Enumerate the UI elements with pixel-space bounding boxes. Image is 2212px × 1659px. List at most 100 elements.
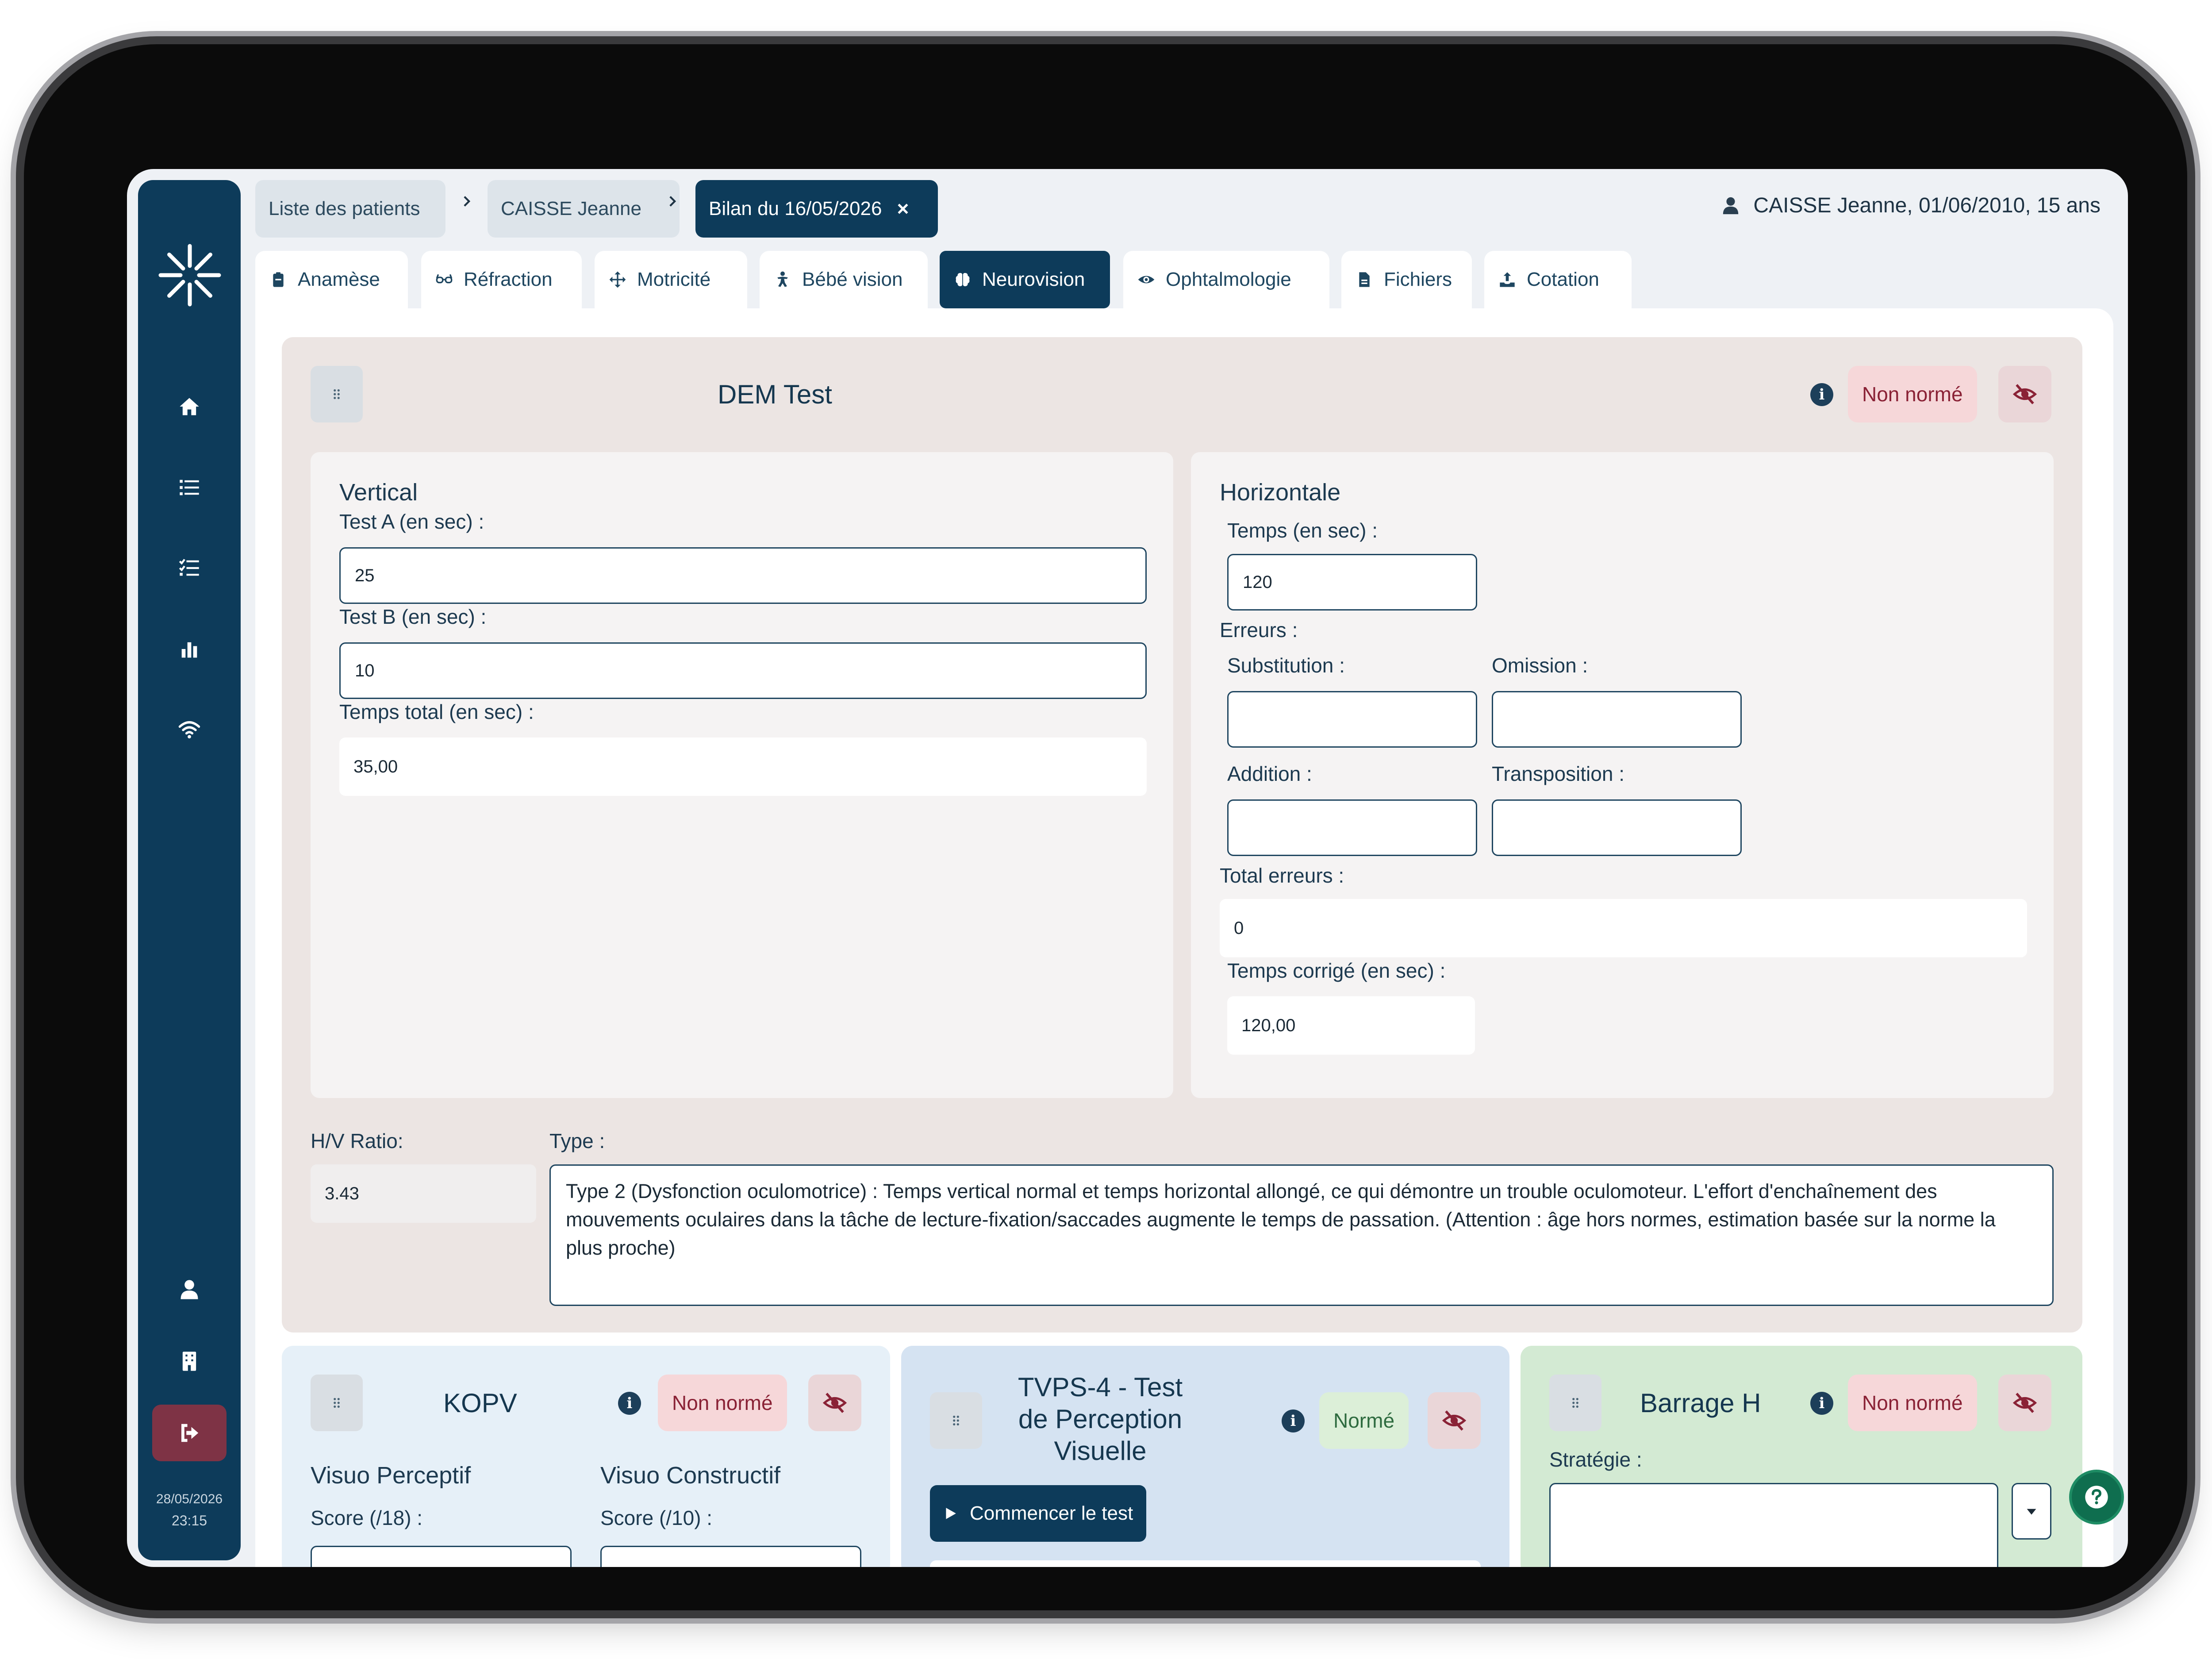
barrage-card: Barrage H i Non normé Stratégie :: [1521, 1346, 2082, 1567]
tab-refraction[interactable]: Réfraction: [421, 251, 582, 308]
substitution-label: Substitution :: [1227, 654, 1345, 677]
transposition-input[interactable]: [1492, 799, 1742, 856]
h-time-input[interactable]: 120: [1227, 554, 1477, 611]
constructif-score-input[interactable]: [600, 1546, 861, 1567]
transposition-label: Transposition :: [1492, 762, 1624, 785]
tab-motricite[interactable]: Motricité: [595, 251, 747, 308]
tab-label: Ophtalmologie: [1166, 269, 1291, 290]
close-icon[interactable]: [897, 203, 909, 215]
info-icon[interactable]: i: [618, 1392, 641, 1415]
breadcrumb-patient-list[interactable]: Liste des patients: [255, 180, 445, 238]
ratio-value: 3.43: [311, 1164, 536, 1223]
drag-icon: [953, 1415, 959, 1426]
start-test-label: Commencer le test: [970, 1502, 1133, 1524]
corrected-time-value: 120,00: [1227, 996, 1475, 1055]
hide-button[interactable]: [808, 1375, 861, 1431]
tab-cotation[interactable]: Cotation: [1484, 251, 1632, 308]
chart-icon[interactable]: [175, 635, 204, 663]
upload-icon: [1500, 272, 1515, 287]
total-errors-label: Total erreurs :: [1220, 864, 1344, 887]
glasses-icon: [436, 274, 453, 284]
tab-anamnese[interactable]: Anamèse: [255, 251, 408, 308]
play-icon: [946, 1508, 956, 1519]
kopv-title: KOPV: [443, 1388, 517, 1418]
status-badge: Non normé: [658, 1375, 787, 1431]
tab-label: Cotation: [1527, 269, 1599, 290]
hide-button[interactable]: [1428, 1392, 1481, 1449]
patient-info: CAISSE Jeanne, 01/06/2010, 15 ans: [1720, 193, 2101, 218]
horizontal-heading: Horizontale: [1220, 479, 1341, 506]
breadcrumb-bilan[interactable]: Bilan du 16/05/2026: [695, 180, 938, 238]
drag-icon: [334, 1398, 340, 1408]
sidebar-time: 23:15: [171, 1513, 207, 1528]
visuo-constructif-heading: Visuo Constructif: [600, 1462, 781, 1489]
drag-icon: [1572, 1398, 1578, 1408]
strategy-dropdown[interactable]: [2012, 1483, 2051, 1540]
type-textarea[interactable]: Type 2 (Dysfonction oculomotrice) : Temp…: [549, 1164, 2054, 1306]
logout-icon: [181, 1424, 199, 1442]
file-icon: [1359, 272, 1370, 287]
ratio-label: H/V Ratio:: [311, 1129, 403, 1152]
eye-slash-icon: [2012, 384, 2037, 404]
tab-label: Réfraction: [464, 269, 553, 290]
drag-handle[interactable]: [311, 366, 363, 422]
constructif-score-label: Score (/10) :: [600, 1506, 713, 1529]
drag-handle[interactable]: [1549, 1375, 1601, 1431]
user-icon[interactable]: [175, 1275, 204, 1304]
drag-handle[interactable]: [930, 1392, 982, 1449]
tab-neurovision[interactable]: Neurovision: [940, 251, 1110, 308]
list-icon[interactable]: [175, 473, 204, 502]
brain-icon: [956, 273, 970, 286]
logout-button[interactable]: [152, 1405, 227, 1461]
vertical-heading: Vertical: [339, 479, 418, 506]
test-a-input[interactable]: 25: [339, 547, 1147, 604]
status-badge: Non normé: [1848, 366, 1977, 422]
chevron-down-icon: [2027, 1509, 2036, 1515]
sidebar-date: 28/05/2026: [156, 1492, 223, 1506]
total-time-label: Temps total (en sec) :: [339, 700, 534, 723]
omission-label: Omission :: [1492, 654, 1588, 677]
hide-button[interactable]: [1998, 366, 2051, 422]
drag-handle[interactable]: [311, 1375, 363, 1431]
start-test-button[interactable]: Commencer le test: [930, 1485, 1147, 1542]
tab-fichiers[interactable]: Fichiers: [1341, 251, 1472, 308]
baby-icon: [777, 271, 788, 287]
chevron-right-icon: [669, 196, 676, 207]
breadcrumb-label: Liste des patients: [269, 198, 420, 219]
test-b-input[interactable]: 10: [339, 642, 1147, 699]
eye-icon: [1138, 276, 1155, 284]
checklist-icon[interactable]: [175, 554, 204, 582]
dem-test-card: DEM Test i Non normé Vertical Test A (en…: [282, 337, 2082, 1333]
perceptif-score-input[interactable]: [311, 1546, 572, 1567]
drag-icon: [334, 389, 340, 399]
strategy-input[interactable]: [1549, 1483, 1998, 1567]
eye-slash-icon: [2012, 1393, 2037, 1413]
home-icon[interactable]: [175, 392, 204, 421]
type-label: Type :: [549, 1129, 605, 1152]
question-icon: [2085, 1486, 2108, 1509]
logo-icon: [158, 244, 221, 307]
move-icon: [609, 271, 626, 288]
chevron-right-icon: [464, 196, 471, 207]
breadcrumb-patient[interactable]: CAISSE Jeanne: [488, 180, 680, 238]
patient-label: CAISSE Jeanne, 01/06/2010, 15 ans: [1753, 194, 2101, 217]
tab-label: Fichiers: [1384, 269, 1452, 290]
wifi-icon[interactable]: [175, 715, 204, 744]
info-icon[interactable]: i: [1810, 383, 1833, 406]
tablet-frame: 28/05/2026 23:15 Liste des patients CAIS…: [24, 44, 2187, 1610]
help-button[interactable]: [2069, 1470, 2124, 1525]
app-screen: 28/05/2026 23:15 Liste des patients CAIS…: [127, 169, 2128, 1567]
substitution-input[interactable]: [1227, 691, 1477, 748]
info-icon[interactable]: i: [1810, 1392, 1833, 1415]
addition-input[interactable]: [1227, 799, 1477, 856]
tab-bebe-vision[interactable]: Bébé vision: [760, 251, 928, 308]
hide-button[interactable]: [1998, 1375, 2051, 1431]
tvps-field: [930, 1560, 1481, 1567]
breadcrumb-label: CAISSE Jeanne: [501, 198, 641, 219]
tab-ophtalmologie[interactable]: Ophtalmologie: [1123, 251, 1329, 308]
tab-label: Motricité: [637, 269, 711, 290]
kopv-card: KOPV i Non normé Visuo Perceptif Visuo C…: [282, 1346, 890, 1567]
building-icon[interactable]: [175, 1347, 204, 1375]
omission-input[interactable]: [1492, 691, 1742, 748]
info-icon[interactable]: i: [1282, 1409, 1305, 1432]
